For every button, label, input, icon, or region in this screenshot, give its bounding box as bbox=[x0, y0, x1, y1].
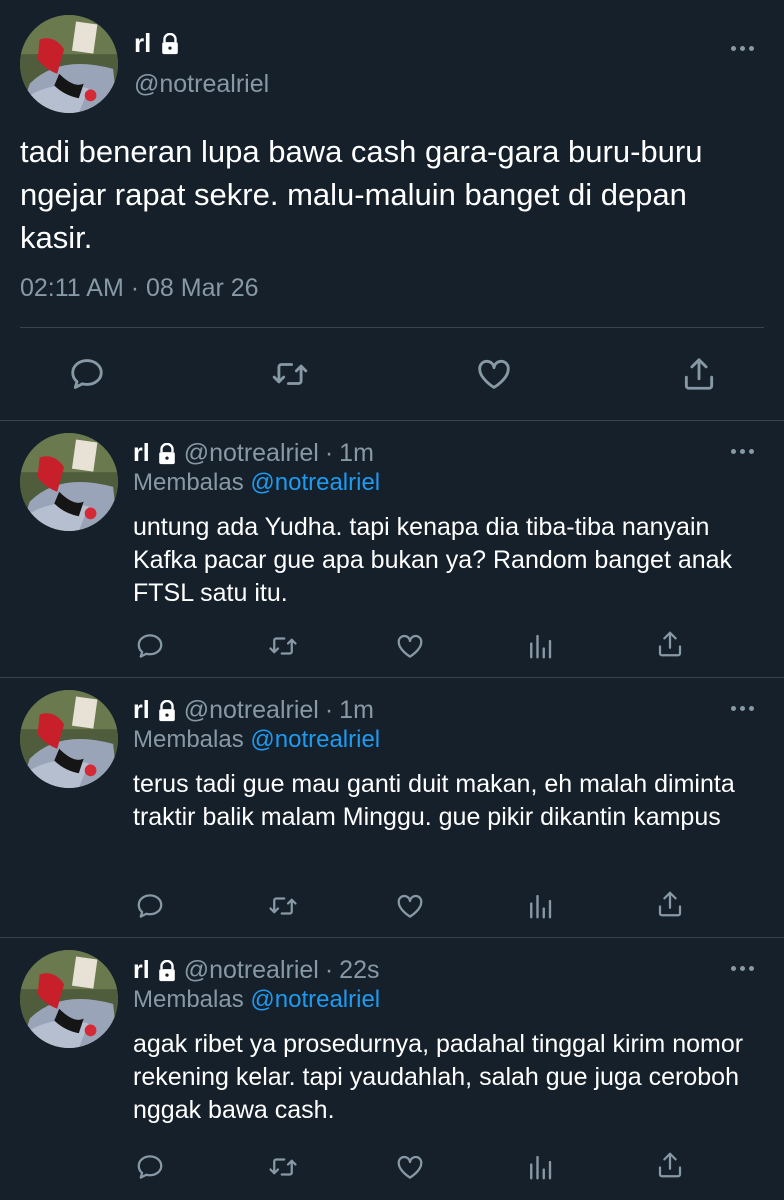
more-options-icon[interactable] bbox=[731, 46, 754, 51]
divider bbox=[20, 327, 764, 328]
replying-to: Membalas @notrealriel bbox=[133, 469, 380, 497]
user-handle[interactable]: @notrealriel bbox=[184, 439, 319, 468]
user-name[interactable]: rl bbox=[133, 696, 178, 725]
avatar[interactable] bbox=[20, 950, 118, 1048]
like-icon[interactable] bbox=[395, 631, 425, 661]
reply-tweet[interactable]: rl @notrealriel · 1m Membalas @notrealri… bbox=[0, 421, 784, 678]
user-handle[interactable]: @notrealriel bbox=[184, 696, 319, 725]
mention-link[interactable]: @notrealriel bbox=[250, 469, 380, 496]
lock-icon bbox=[159, 32, 181, 56]
user-handle[interactable]: @notrealriel bbox=[184, 956, 319, 985]
replying-label: Membalas bbox=[133, 469, 244, 496]
reply-icon[interactable] bbox=[135, 1152, 165, 1182]
reply-header: rl @notrealriel · 22s bbox=[133, 956, 379, 985]
display-name[interactable]: rl bbox=[134, 28, 151, 59]
like-icon[interactable] bbox=[395, 891, 425, 921]
retweet-icon[interactable] bbox=[268, 631, 298, 661]
avatar[interactable] bbox=[20, 433, 118, 531]
reply-icon[interactable] bbox=[135, 631, 165, 661]
more-options-icon[interactable] bbox=[731, 706, 754, 711]
tweet-timestamp[interactable]: 02:11 AM · 08 Mar 26 bbox=[20, 274, 259, 303]
analytics-icon[interactable] bbox=[525, 1152, 555, 1182]
lock-icon bbox=[156, 959, 178, 983]
user-name[interactable]: rl bbox=[134, 28, 181, 59]
reply-tweet[interactable]: rl @notrealriel · 22s Membalas @notrealr… bbox=[0, 938, 784, 1200]
retweet-icon[interactable] bbox=[268, 1152, 298, 1182]
more-options-icon[interactable] bbox=[731, 449, 754, 454]
like-icon[interactable] bbox=[475, 355, 513, 393]
share-icon[interactable] bbox=[655, 629, 685, 659]
mention-link[interactable]: @notrealriel bbox=[250, 726, 380, 753]
user-name[interactable]: rl bbox=[133, 439, 178, 468]
main-tweet: rl @notrealriel tadi beneran lupa bawa c… bbox=[0, 0, 784, 421]
tweet-time[interactable]: 1m bbox=[339, 439, 374, 468]
reply-header: rl @notrealriel · 1m bbox=[133, 696, 374, 725]
reply-icon[interactable] bbox=[135, 891, 165, 921]
retweet-icon[interactable] bbox=[271, 355, 309, 393]
reply-header: rl @notrealriel · 1m bbox=[133, 439, 374, 468]
user-name[interactable]: rl bbox=[133, 956, 178, 985]
analytics-icon[interactable] bbox=[525, 631, 555, 661]
retweet-icon[interactable] bbox=[268, 891, 298, 921]
share-icon[interactable] bbox=[655, 1150, 685, 1180]
display-name[interactable]: rl bbox=[133, 439, 150, 468]
more-options-icon[interactable] bbox=[731, 966, 754, 971]
replying-label: Membalas bbox=[133, 986, 244, 1013]
tweet-time[interactable]: 22s bbox=[339, 956, 379, 985]
tweet-time[interactable]: 1m bbox=[339, 696, 374, 725]
avatar[interactable] bbox=[20, 690, 118, 788]
user-handle[interactable]: @notrealriel bbox=[134, 70, 269, 99]
tweet-text: tadi beneran lupa bawa cash gara-gara bu… bbox=[20, 134, 703, 255]
avatar[interactable] bbox=[20, 15, 118, 113]
tweet-text: untung ada Yudha. tapi kenapa dia tiba-t… bbox=[133, 513, 733, 607]
replying-to: Membalas @notrealriel bbox=[133, 726, 380, 754]
share-icon[interactable] bbox=[655, 889, 685, 919]
display-name[interactable]: rl bbox=[133, 696, 150, 725]
mention-link[interactable]: @notrealriel bbox=[250, 986, 380, 1013]
lock-icon bbox=[156, 442, 178, 466]
tweet-text: terus tadi gue mau ganti duit makan, eh … bbox=[133, 770, 735, 831]
reply-tweet[interactable]: rl @notrealriel · 1m Membalas @notrealri… bbox=[0, 678, 784, 938]
tweet-text: agak ribet ya prosedurnya, padahal tingg… bbox=[133, 1030, 744, 1124]
replying-to: Membalas @notrealriel bbox=[133, 986, 380, 1014]
like-icon[interactable] bbox=[395, 1152, 425, 1182]
analytics-icon[interactable] bbox=[525, 891, 555, 921]
lock-icon bbox=[156, 699, 178, 723]
separator-dot: · bbox=[324, 956, 334, 984]
separator-dot: · bbox=[324, 696, 334, 724]
separator-dot: · bbox=[324, 439, 334, 467]
display-name[interactable]: rl bbox=[133, 956, 150, 985]
reply-icon[interactable] bbox=[68, 355, 106, 393]
replying-label: Membalas bbox=[133, 726, 244, 753]
share-icon[interactable] bbox=[680, 355, 718, 393]
